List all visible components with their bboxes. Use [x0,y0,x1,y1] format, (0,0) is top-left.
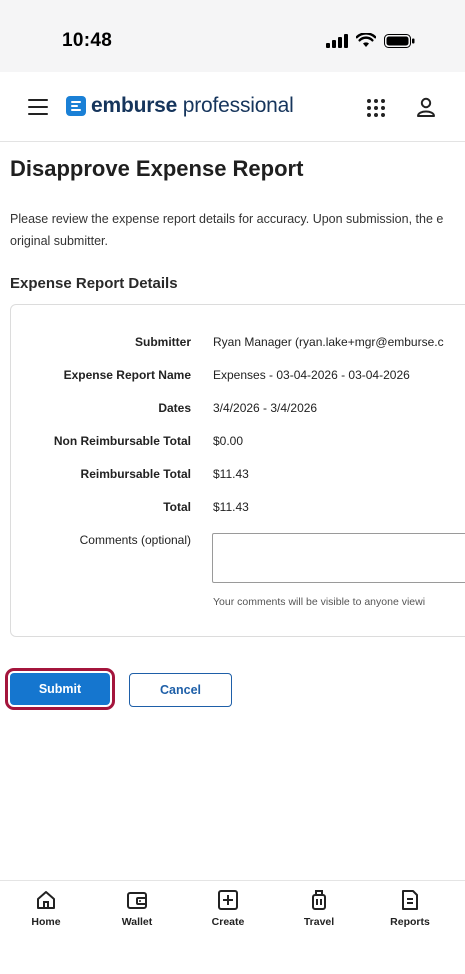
detail-value: Ryan Manager (ryan.lake+mgr@emburse.c [213,335,444,349]
hamburger-menu-icon[interactable] [28,99,48,116]
detail-row-total: Total $11.43 [11,500,465,520]
emburse-logo-icon [66,96,86,116]
wallet-icon [127,892,147,909]
detail-label: Dates [158,401,191,415]
detail-row-reimbursable-total: Reimbursable Total $11.43 [11,467,465,487]
detail-value: 3/4/2026 - 3/4/2026 [213,401,318,415]
status-icons [326,33,415,48]
detail-label: Total [163,500,191,514]
comments-textarea[interactable] [212,533,465,583]
cellular-signal-icon [326,33,348,48]
bottom-tab-bar: Home Wallet Create Travel Reports [0,880,465,974]
tab-label: Wallet [121,916,153,928]
detail-row-report-name: Expense Report Name Expenses - 03-04-202… [11,368,465,388]
expense-details-card: Submitter Ryan Manager (ryan.lake+mgr@em… [10,304,465,637]
detail-label: Submitter [134,335,191,349]
detail-label: Reimbursable Total [80,467,191,481]
cancel-button[interactable]: Cancel [129,673,232,707]
brand-name: emburse professional [91,94,294,117]
tab-travel[interactable]: Travel [284,889,354,928]
app-header: emburse professional [0,72,465,142]
detail-value: $11.43 [213,467,249,481]
wifi-icon [356,33,376,47]
tab-label: Home [31,916,61,928]
detail-row-non-reimbursable-total: Non Reimbursable Total $0.00 [11,434,465,454]
page-title: Disapprove Expense Report [10,156,304,181]
apps-grid-icon[interactable] [366,98,386,118]
detail-value: Expenses - 03-04-2026 - 03-04-2026 [213,368,410,382]
report-icon [402,890,418,910]
detail-row-dates: Dates 3/4/2026 - 3/4/2026 [11,401,465,421]
submit-button[interactable]: Submit [5,668,115,710]
detail-value: $11.43 [213,500,249,514]
tab-create[interactable]: Create [193,889,263,928]
brand-logo: emburse professional [66,94,294,118]
section-title: Expense Report Details [10,275,178,292]
battery-icon [384,33,415,48]
tab-label: Reports [390,916,430,928]
tab-reports[interactable]: Reports [375,889,445,928]
luggage-icon [312,890,326,910]
intro-text: Please review the expense report details… [10,212,444,248]
status-bar: 10:48 [0,0,465,72]
comments-label: Comments (optional) [79,533,191,547]
plus-square-icon [218,890,238,910]
tab-label: Travel [303,916,335,928]
user-profile-icon[interactable] [415,96,437,118]
status-time: 10:48 [62,30,113,51]
home-icon [37,891,55,909]
comments-hint: Your comments will be visible to anyone … [213,596,426,608]
tab-home[interactable]: Home [11,889,81,928]
detail-label: Expense Report Name [63,368,191,382]
tab-wallet[interactable]: Wallet [102,889,172,928]
detail-label: Non Reimbursable Total [53,434,191,448]
detail-row-submitter: Submitter Ryan Manager (ryan.lake+mgr@em… [11,335,465,355]
tab-label: Create [211,916,245,928]
detail-value: $0.00 [213,434,244,448]
